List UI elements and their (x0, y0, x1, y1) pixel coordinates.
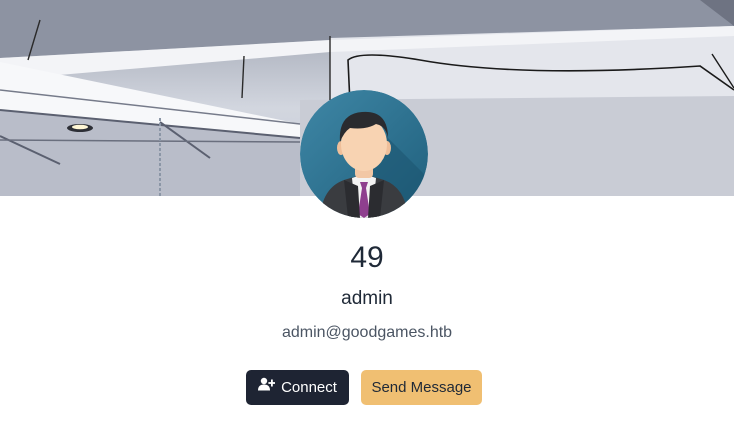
user-plus-icon (258, 369, 276, 404)
stat-number: 49 (350, 241, 384, 274)
email-address: admin@goodgames.htb (281, 324, 453, 341)
profile-card: 49 admin admin@goodgames.htb Connect Sen… (0, 0, 734, 447)
profile-actions: Connect Send Message (0, 370, 734, 405)
avatar (300, 90, 428, 218)
user-avatar-icon (300, 90, 428, 218)
connect-button[interactable]: Connect (246, 370, 349, 405)
connect-label: Connect (281, 379, 337, 396)
send-message-button[interactable]: Send Message (361, 370, 482, 405)
username: admin (341, 288, 393, 309)
